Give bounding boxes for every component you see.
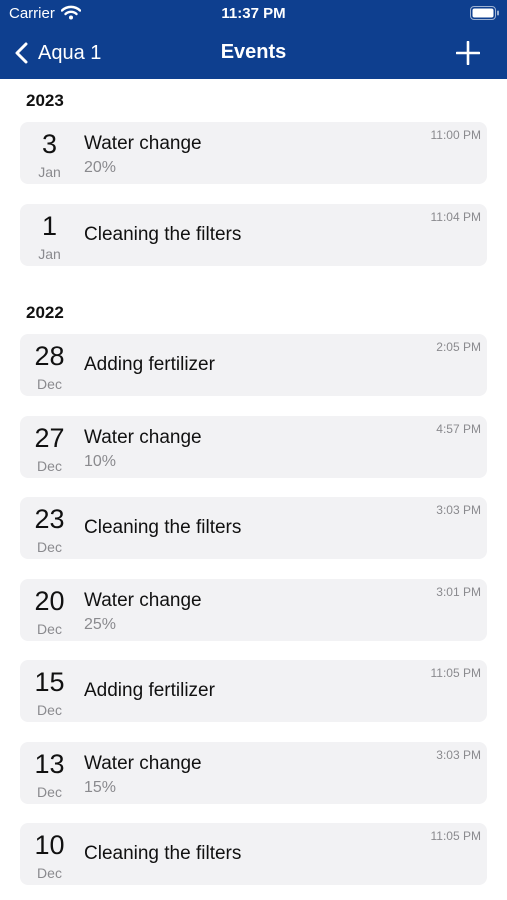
clock: 11:37 PM (221, 5, 286, 22)
events-list: 2023 3 Jan Water change 20% 11:00 PM 1 J… (0, 79, 507, 900)
event-month: Dec (37, 865, 62, 881)
event-day: 27 (34, 423, 65, 453)
event-card[interactable]: 1 Jan Cleaning the filters 11:04 PM (20, 204, 487, 266)
event-title: Water change (84, 133, 202, 154)
status-bar: Carrier 11:37 PM (0, 0, 507, 28)
event-title: Cleaning the filters (84, 517, 242, 538)
event-card[interactable]: 27 Dec Water change 10% 4:57 PM (20, 416, 487, 478)
event-day: 23 (34, 504, 65, 534)
event-time: 11:05 PM (430, 666, 481, 680)
event-month: Dec (37, 784, 62, 800)
event-title: Water change (84, 427, 202, 448)
event-month: Jan (38, 246, 61, 262)
event-month: Jan (38, 164, 61, 180)
event-time: 11:04 PM (430, 210, 481, 224)
event-time: 3:03 PM (436, 748, 481, 762)
page-title: Events (220, 41, 287, 63)
event-card[interactable]: 23 Dec Cleaning the filters 3:03 PM (20, 497, 487, 559)
event-day: 20 (34, 586, 65, 616)
event-card[interactable]: 20 Dec Water change 25% 3:01 PM (20, 579, 487, 641)
event-time: 11:05 PM (430, 829, 481, 843)
section-header-year: 2022 (26, 303, 64, 322)
event-title: Adding fertilizer (84, 354, 215, 375)
event-detail: 25% (84, 616, 117, 633)
event-day: 13 (34, 749, 65, 779)
event-day: 28 (34, 341, 65, 371)
event-title: Cleaning the filters (84, 224, 242, 245)
event-card[interactable]: 15 Dec Adding fertilizer 11:05 PM (20, 660, 487, 722)
event-month: Dec (37, 539, 62, 555)
event-detail: 15% (84, 779, 117, 796)
navigation-bar: Aqua 1 Events (0, 33, 507, 73)
battery-icon (470, 6, 499, 20)
event-day: 3 (41, 129, 58, 159)
header: Carrier 11:37 PM Aqua 1 Events (0, 0, 507, 79)
event-month: Dec (37, 702, 62, 718)
event-month: Dec (37, 621, 62, 637)
plus-icon[interactable] (456, 41, 480, 65)
event-title: Water change (84, 753, 202, 774)
event-card[interactable]: 28 Dec Adding fertilizer 2:05 PM (20, 334, 487, 396)
event-card[interactable]: 3 Jan Water change 20% 11:00 PM (20, 122, 487, 184)
event-detail: 20% (84, 159, 117, 176)
event-detail: 10% (84, 453, 117, 470)
event-time: 4:57 PM (436, 422, 481, 436)
event-time: 2:05 PM (436, 340, 481, 354)
event-day: 10 (34, 830, 65, 860)
event-time: 11:00 PM (430, 128, 481, 142)
section-header-year: 2023 (26, 91, 64, 110)
event-month: Dec (37, 458, 62, 474)
event-day: 1 (41, 211, 58, 241)
event-card[interactable]: 10 Dec Cleaning the filters 11:05 PM (20, 823, 487, 885)
event-title: Adding fertilizer (84, 680, 215, 701)
event-day: 15 (34, 667, 65, 697)
event-time: 3:03 PM (436, 503, 481, 517)
event-month: Dec (37, 376, 62, 392)
event-time: 3:01 PM (436, 585, 481, 599)
event-card[interactable]: 13 Dec Water change 15% 3:03 PM (20, 742, 487, 804)
event-title: Cleaning the filters (84, 843, 242, 864)
event-title: Water change (84, 590, 202, 611)
